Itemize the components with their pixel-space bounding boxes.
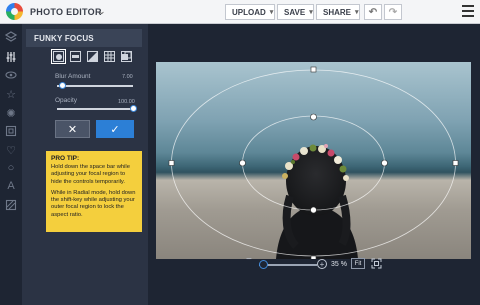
chevron-down-icon: ▾ [355, 9, 359, 16]
share-button[interactable]: SHARE ▾ [316, 4, 360, 20]
blur-amount-slider[interactable] [57, 85, 133, 87]
save-button[interactable]: SAVE ▾ [277, 4, 314, 20]
cancel-button[interactable]: ✕ [55, 120, 90, 138]
diagonal-shape-icon[interactable] [87, 51, 98, 62]
opacity-slider-handle[interactable] [129, 105, 137, 112]
redo-button[interactable]: ↷ [384, 4, 402, 20]
zoom-level: 35 % [331, 261, 347, 268]
adjust-sliders-icon[interactable] [4, 50, 18, 64]
photo-editor-app: PHOTO EDITOR ⌄ UPLOAD ▾ SAVE ▾ SHARE ▾ ↶… [0, 0, 480, 305]
eye-icon[interactable] [4, 68, 18, 82]
zoom-in-icon[interactable]: + [317, 259, 327, 269]
fit-button[interactable]: Fit [351, 258, 365, 269]
save-label: SAVE [284, 7, 306, 17]
close-icon: ✕ [67, 123, 78, 136]
apply-button[interactable]: ✓ [96, 120, 134, 138]
hamburger-menu-icon[interactable] [462, 5, 474, 17]
app-title: PHOTO EDITOR [30, 7, 102, 17]
duplicate-shape-icon[interactable] [121, 51, 132, 62]
panel-heading: FUNKY FOCUS [26, 29, 142, 47]
upload-button[interactable]: UPLOAD ▾ [225, 4, 275, 20]
chevron-down-icon: ▾ [309, 9, 313, 16]
app-logo[interactable] [6, 3, 23, 20]
layers-icon[interactable] [4, 30, 18, 44]
texture-icon[interactable] [4, 198, 18, 212]
share-label: SHARE [323, 7, 352, 17]
focus-region-overlay[interactable] [156, 62, 471, 259]
pro-tip-text: While in Radial mode, hold down the shif… [51, 189, 136, 218]
text-icon[interactable]: A [4, 179, 18, 193]
undo-button[interactable]: ↶ [364, 4, 382, 20]
heart-icon[interactable]: ♡ [4, 143, 18, 157]
pro-tip-title: PRO TIP: [51, 155, 80, 162]
frame-icon[interactable] [4, 124, 18, 138]
circle-icon[interactable]: ○ [4, 161, 18, 175]
radial-shape-icon[interactable] [51, 49, 66, 64]
linear-shape-icon[interactable] [70, 51, 81, 62]
top-bar: PHOTO EDITOR ⌄ UPLOAD ▾ SAVE ▾ SHARE ▾ ↶… [0, 0, 480, 24]
pro-tip-text: Hold down the space bar while adjusting … [51, 164, 130, 185]
tool-rail: ☆ ✺ ♡ ○ A [0, 24, 22, 305]
chevron-down-icon[interactable]: ⌄ [98, 6, 106, 17]
blur-amount-label: Blur Amount [55, 73, 91, 80]
star-icon[interactable]: ☆ [4, 87, 18, 101]
redo-icon: ↷ [388, 6, 398, 18]
grid-shape-icon[interactable] [104, 51, 115, 62]
upload-label: UPLOAD [232, 7, 266, 17]
blur-amount-slider-handle[interactable] [58, 82, 66, 89]
chevron-down-icon: ▾ [269, 9, 274, 16]
fullscreen-icon[interactable] [371, 258, 382, 269]
opacity-label: Opacity [55, 97, 78, 104]
zoom-slider-handle[interactable] [259, 260, 269, 269]
undo-icon: ↶ [368, 6, 378, 18]
check-icon: ✓ [110, 123, 120, 136]
pro-tip-box: PRO TIP: Hold down the space bar while a… [46, 151, 142, 232]
sun-icon[interactable]: ✺ [4, 106, 18, 120]
opacity-slider[interactable] [57, 108, 133, 110]
blur-amount-value: 7.00 [122, 74, 133, 80]
focus-shape-selector [51, 49, 132, 64]
zoom-out-icon[interactable]: − [246, 255, 256, 265]
